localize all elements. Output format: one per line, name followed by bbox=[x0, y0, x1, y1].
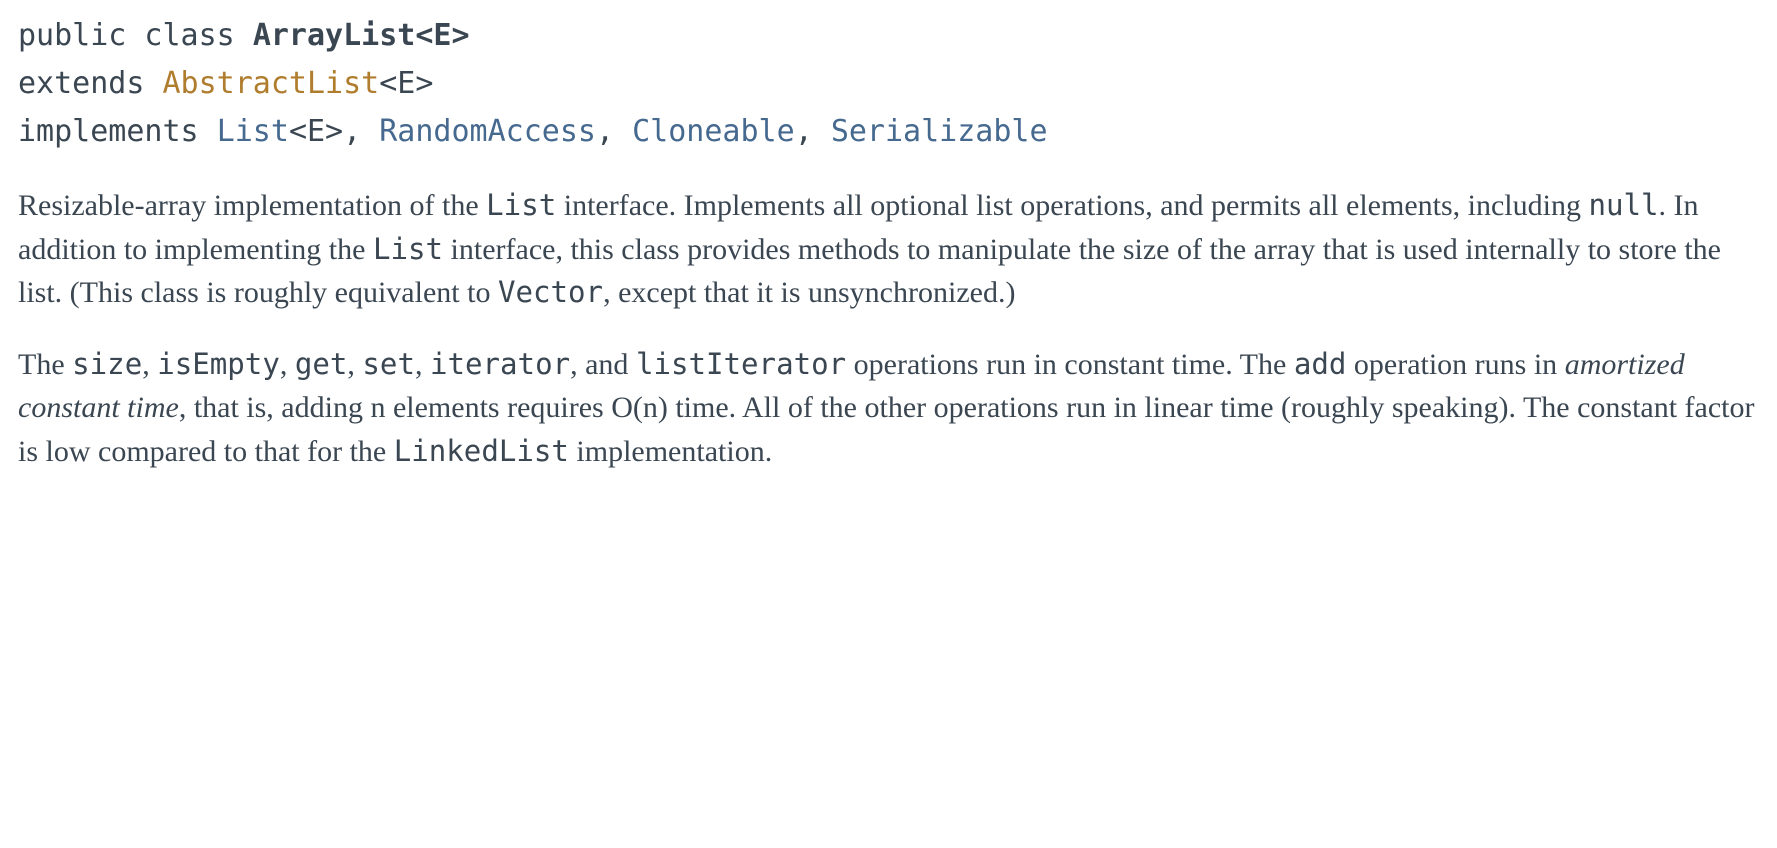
sig-extends-keyword: extends bbox=[18, 66, 163, 101]
sig-superclass-link[interactable]: AbstractList bbox=[163, 66, 380, 101]
sig-interface-randomaccess-link[interactable]: RandomAccess bbox=[379, 114, 596, 149]
sig-superclass-generic: <E> bbox=[379, 66, 433, 101]
text: , that is, adding n elements requires O(… bbox=[18, 391, 1755, 468]
description-paragraph-1: Resizable-array implementation of the Li… bbox=[18, 184, 1759, 315]
text: , bbox=[280, 348, 295, 381]
code-isempty: isEmpty bbox=[157, 347, 280, 381]
text: Resizable-array implementation of the bbox=[18, 189, 486, 222]
sig-interface-serializable-link[interactable]: Serializable bbox=[831, 114, 1048, 149]
text: , and bbox=[570, 348, 636, 381]
code-list: List bbox=[373, 232, 443, 266]
text: operations run in constant time. The bbox=[846, 348, 1294, 381]
text: , bbox=[142, 348, 157, 381]
text: , bbox=[347, 348, 362, 381]
sig-interface-cloneable-link[interactable]: Cloneable bbox=[632, 114, 795, 149]
code-get: get bbox=[295, 347, 348, 381]
code-size: size bbox=[72, 347, 142, 381]
text: , bbox=[415, 348, 430, 381]
sig-implements-keyword: implements bbox=[18, 114, 217, 149]
text: operation runs in bbox=[1346, 348, 1564, 381]
sig-sep: , bbox=[795, 114, 831, 149]
code-linkedlist: LinkedList bbox=[394, 434, 569, 468]
description-paragraph-2: The size, isEmpty, get, set, iterator, a… bbox=[18, 343, 1759, 474]
sig-class-name: ArrayList<E> bbox=[253, 18, 470, 53]
sig-prefix: public class bbox=[18, 18, 253, 53]
sig-interface-list-link[interactable]: List bbox=[217, 114, 289, 149]
sig-interface-generic: <E> bbox=[289, 114, 343, 149]
code-listiterator: listIterator bbox=[636, 347, 846, 381]
sig-sep: , bbox=[343, 114, 379, 149]
code-list: List bbox=[486, 188, 556, 222]
code-set: set bbox=[362, 347, 415, 381]
sig-sep: , bbox=[596, 114, 632, 149]
text: The bbox=[18, 348, 72, 381]
text: implementation. bbox=[569, 435, 772, 468]
code-vector: Vector bbox=[498, 275, 603, 309]
class-signature: public class ArrayList<E> extends Abstra… bbox=[18, 12, 1759, 156]
code-iterator: iterator bbox=[430, 347, 570, 381]
class-description: Resizable-array implementation of the Li… bbox=[18, 184, 1759, 473]
text: interface. Implements all optional list … bbox=[556, 189, 1588, 222]
code-add: add bbox=[1294, 347, 1347, 381]
code-null: null bbox=[1588, 188, 1658, 222]
text: , except that it is unsynchronized.) bbox=[603, 276, 1015, 309]
